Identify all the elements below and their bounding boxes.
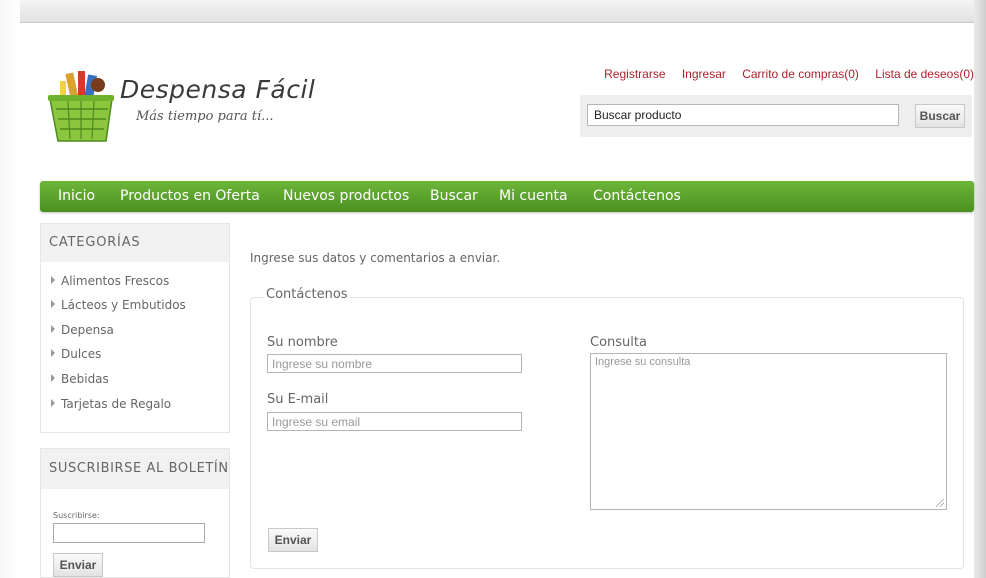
categories-panel: CATEGORÍAS Alimentos Frescos Lácteos y E… (40, 223, 230, 433)
caret-right-icon (51, 374, 55, 382)
category-label: Bebidas (61, 372, 109, 386)
login-link[interactable]: Ingresar (682, 67, 726, 81)
category-item[interactable]: Dulces (51, 347, 101, 361)
category-item[interactable]: Depensa (51, 323, 114, 337)
brand-name: Despensa Fácil (120, 75, 316, 104)
category-item[interactable]: Alimentos Frescos (51, 274, 169, 288)
nav-buscar[interactable]: Buscar (430, 181, 478, 212)
name-label: Su nombre (267, 335, 338, 350)
email-input[interactable]: Ingrese su email (267, 412, 522, 431)
nav-productos-oferta[interactable]: Productos en Oferta (120, 181, 260, 212)
categories-title: CATEGORÍAS (41, 224, 229, 262)
form-intro: Ingrese sus datos y comentarios a enviar… (250, 251, 501, 265)
name-input[interactable]: Ingrese su nombre (267, 354, 522, 373)
category-label: Alimentos Frescos (61, 274, 170, 288)
wishlist-link[interactable]: Lista de deseos(0) (875, 67, 974, 81)
window-right-edge (974, 0, 986, 578)
register-link[interactable]: Registrarse (604, 67, 665, 81)
account-links: Registrarse Ingresar Carrito de compras(… (591, 67, 974, 81)
cart-link[interactable]: Carrito de compras(0) (742, 67, 859, 81)
resize-handle-icon[interactable] (936, 499, 944, 507)
search-input[interactable]: Buscar producto (587, 104, 899, 126)
category-label: Tarjetas de Regalo (61, 397, 172, 411)
email-label: Su E-mail (267, 392, 329, 407)
newsletter-panel: SUSCRIBIRSE AL BOLETÍN Suscribirse: Envi… (40, 448, 230, 578)
fieldset-legend: Contáctenos (264, 287, 350, 302)
newsletter-email-input[interactable] (53, 523, 205, 543)
category-item[interactable]: Tarjetas de Regalo (51, 397, 171, 411)
caret-right-icon (51, 325, 55, 333)
site-logo[interactable]: Despensa Fácil Más tiempo para tí... (46, 71, 315, 151)
contact-submit-button[interactable]: Enviar (268, 528, 318, 552)
main-nav: Inicio Productos en Oferta Nuevos produc… (40, 181, 974, 212)
nav-mi-cuenta[interactable]: Mi cuenta (499, 181, 568, 212)
newsletter-label: Suscribirse: (53, 511, 100, 520)
search-button[interactable]: Buscar (915, 104, 965, 128)
nav-inicio[interactable]: Inicio (58, 181, 95, 212)
query-placeholder: Ingrese su consulta (595, 356, 691, 368)
newsletter-title: SUSCRIBIRSE AL BOLETÍN (41, 449, 229, 489)
query-textarea[interactable]: Ingrese su consulta (590, 353, 947, 510)
newsletter-submit-button[interactable]: Enviar (53, 553, 103, 577)
window-left-edge (0, 0, 20, 578)
caret-right-icon (51, 399, 55, 407)
nav-contactenos[interactable]: Contáctenos (593, 181, 681, 212)
category-item[interactable]: Lácteos y Embutidos (51, 298, 186, 312)
query-label: Consulta (590, 335, 647, 350)
category-label: Depensa (61, 323, 114, 337)
category-label: Lácteos y Embutidos (61, 298, 186, 312)
shopping-basket-icon (48, 71, 114, 142)
brand-tagline: Más tiempo para tí... (136, 109, 274, 124)
search-bar: Buscar producto Buscar (580, 95, 972, 137)
category-label: Dulces (61, 347, 102, 361)
category-item[interactable]: Bebidas (51, 372, 109, 386)
caret-right-icon (51, 300, 55, 308)
window-top-edge (0, 0, 986, 23)
caret-right-icon (51, 276, 55, 284)
caret-right-icon (51, 349, 55, 357)
page: Despensa Fácil Más tiempo para tí... Reg… (20, 23, 974, 578)
nav-nuevos-productos[interactable]: Nuevos productos (283, 181, 409, 212)
